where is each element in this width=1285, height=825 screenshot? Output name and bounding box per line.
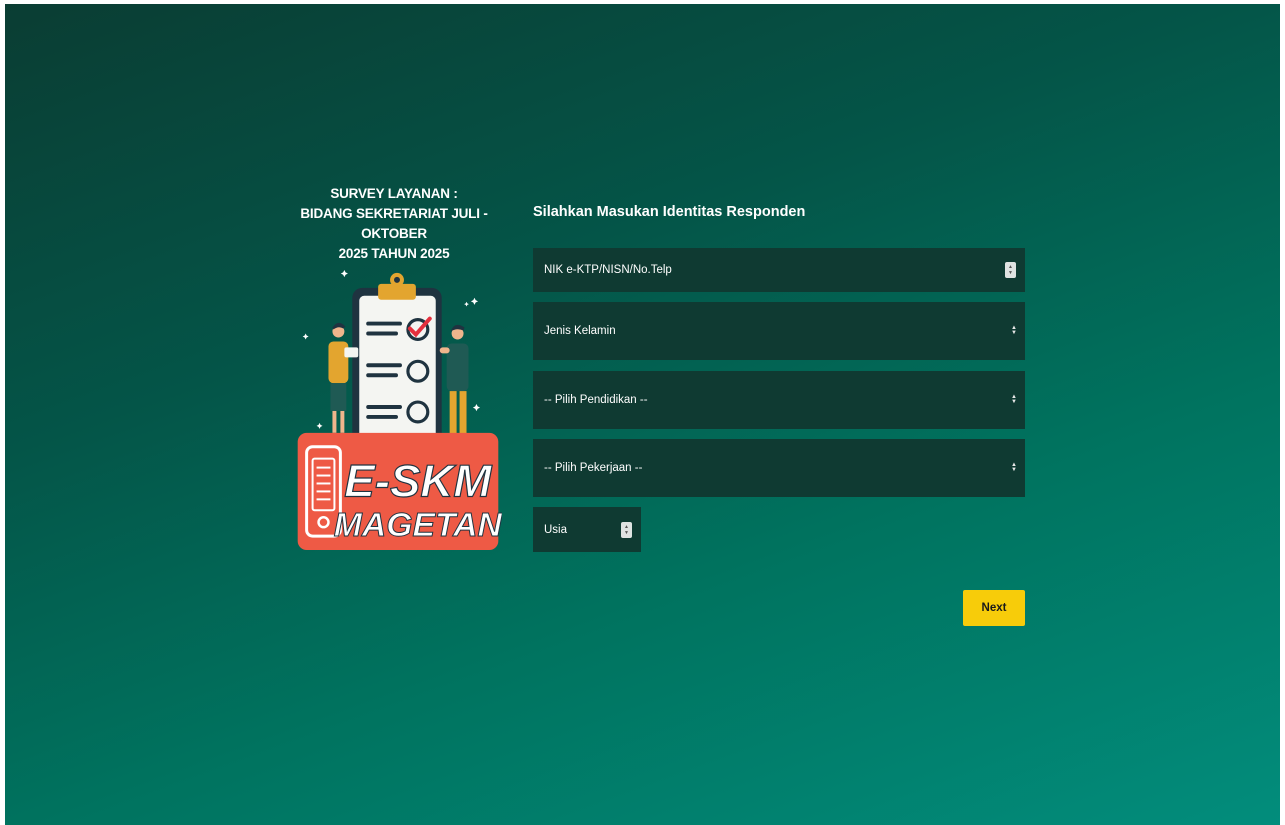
nik-placeholder: NIK e-KTP/NISN/No.Telp [544,264,672,276]
form-title: Silahkan Masukan Identitas Responden [533,204,806,220]
job-placeholder: -- Pilih Pekerjaan -- [544,462,643,474]
chevron-updown-icon: ▲ ▼ [1011,325,1017,336]
chevron-updown-icon: ▲ ▼ [1011,462,1017,473]
next-button[interactable]: Next [963,590,1025,626]
age-input[interactable]: Usia ▲ ▼ [533,507,641,552]
gender-select[interactable]: Jenis Kelamin ▲ ▼ [533,302,1025,360]
survey-title: SURVEY LAYANAN : BIDANG SEKRETARIAT JULI… [300,186,488,261]
page-background: SURVEY LAYANAN : BIDANG SEKRETARIAT JULI… [5,4,1280,825]
survey-panel: SURVEY LAYANAN : BIDANG SEKRETARIAT JULI… [279,184,509,264]
gender-placeholder: Jenis Kelamin [544,325,616,337]
education-placeholder: -- Pilih Pendidikan -- [544,394,648,406]
logo-subtitle: MAGETAN [334,506,502,544]
number-stepper-icon[interactable]: ▲ ▼ [621,521,632,538]
education-select[interactable]: -- Pilih Pendidikan -- ▲ ▼ [533,371,1025,429]
number-stepper-icon[interactable]: ▲ ▼ [1005,262,1016,278]
chevron-updown-icon: ▲ ▼ [1011,394,1017,405]
job-select[interactable]: -- Pilih Pekerjaan -- ▲ ▼ [533,439,1025,497]
logo-title: E-SKM [344,455,492,506]
person-right-icon [439,324,469,435]
nik-input[interactable]: NIK e-KTP/NISN/No.Telp ▲ ▼ [533,248,1025,292]
eskm-illustration: E-SKM MAGETAN [297,269,502,551]
age-placeholder: Usia [544,523,568,536]
